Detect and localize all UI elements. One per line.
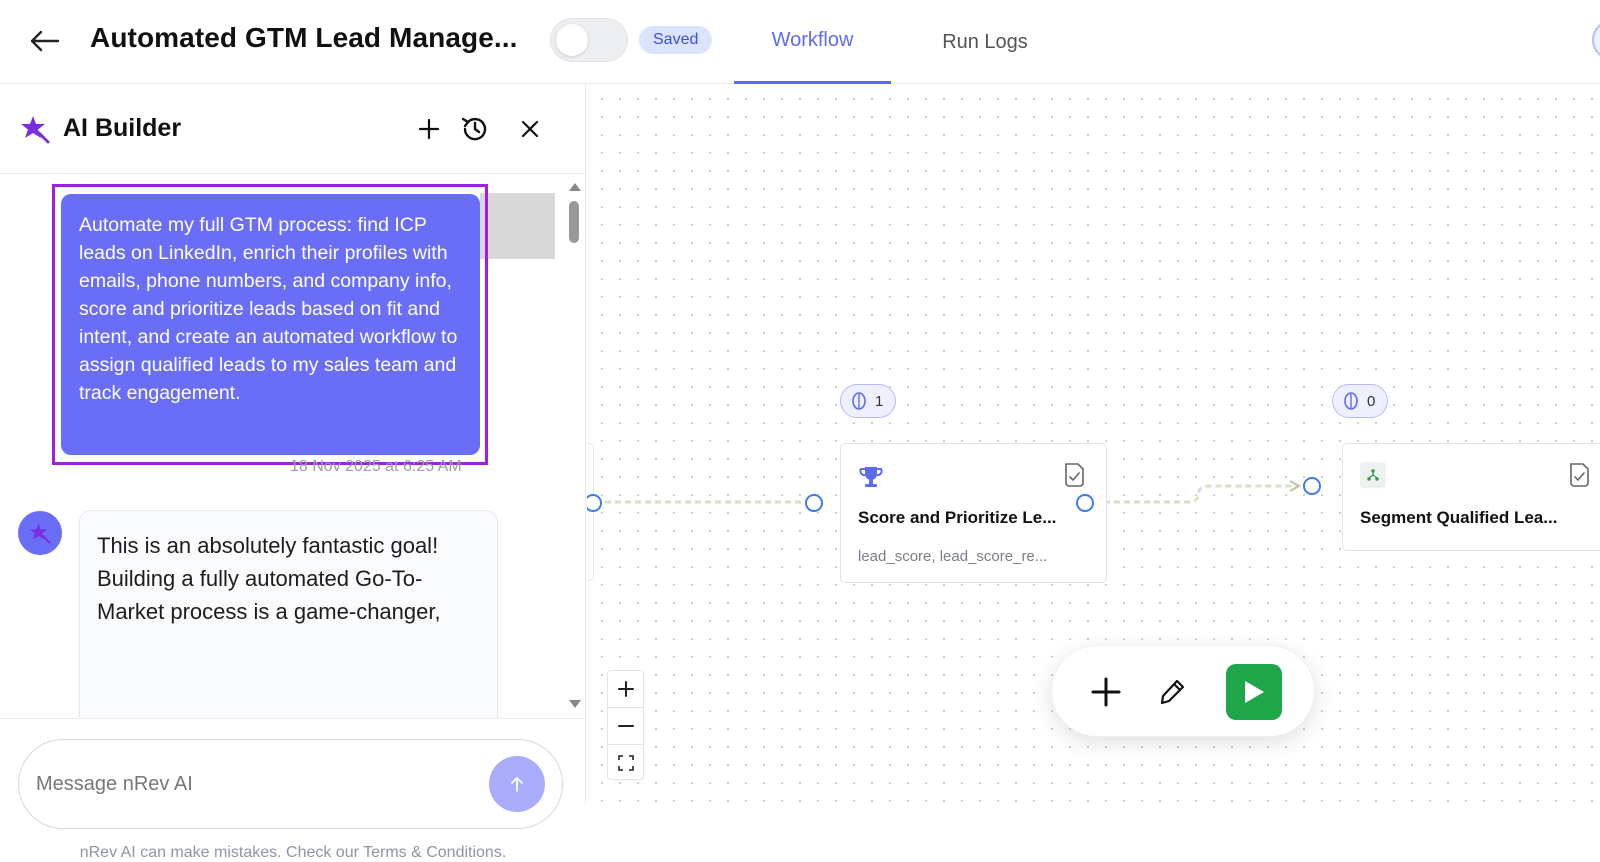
edge-score-to-segment [1094,484,1299,504]
toggle-knob [556,24,588,56]
trophy-icon [858,464,884,490]
message-composer: nRev AI can make mistakes. Check our Ter… [0,718,586,861]
workflow-node-segment[interactable]: Segment Qualified Lea... [1342,443,1600,551]
workflow-title[interactable]: Automated GTM Lead Manage... [90,22,518,54]
workflow-active-toggle[interactable] [550,18,628,62]
node-run-count-badge: 0 [1332,384,1389,418]
ai-builder-header: AI Builder [0,84,586,174]
document-check-icon[interactable] [1566,462,1592,488]
send-button[interactable] [489,756,545,812]
user-avatar[interactable] [1592,20,1600,60]
user-message-bubble: Automate my full GTM process: find ICP l… [61,194,480,455]
play-icon [1245,681,1264,703]
new-chat-plus-icon[interactable] [412,112,446,146]
scroll-up-arrow-icon[interactable] [569,183,581,191]
chat-history[interactable]: Automate my full GTM process: find ICP l… [0,175,586,718]
ai-disclaimer: nRev AI can make mistakes. Check our Ter… [79,844,507,861]
workflow-canvas[interactable]: 1 0 Score and Prioritize Le... lead_scor… [587,84,1600,803]
input-port[interactable] [805,494,823,512]
document-check-icon[interactable] [1061,462,1087,488]
node-run-count: 1 [875,392,884,410]
node-output-fields: lead_score, lead_score_re... [858,548,1048,565]
message-input-box[interactable] [18,739,563,829]
input-port[interactable] [1303,477,1321,495]
tab-workflow[interactable]: Workflow [734,0,891,84]
arrow-up-icon [511,777,523,792]
history-icon[interactable] [458,112,492,146]
edit-pen-icon[interactable] [1144,664,1200,720]
node-title: Segment Qualified Lea... [1360,508,1558,527]
canvas-toolbar [1051,645,1315,737]
workflow-node-previous[interactable] [587,443,594,581]
ai-magic-star-icon [20,114,50,144]
assistant-avatar [18,511,62,555]
chat-scrollbar[interactable] [566,175,582,718]
zoom-out-icon[interactable] [608,708,643,744]
zoom-controls [607,670,644,780]
zoom-in-icon[interactable] [608,671,643,707]
message-timestamp: 18 Nov 2025 at 6:25 AM [290,458,462,475]
top-bar: Automated GTM Lead Manage... Saved Workf… [0,0,1600,84]
add-node-plus-icon[interactable] [1078,664,1134,720]
ai-builder-title: AI Builder [63,114,182,142]
output-port[interactable] [1076,494,1094,512]
close-panel-icon[interactable] [513,112,547,146]
workflow-node-score[interactable]: Score and Prioritize Le... lead_score, l… [840,443,1107,583]
message-input[interactable] [36,762,476,806]
ai-magic-star-icon [29,523,51,544]
scrollbar-thumb[interactable] [569,201,579,243]
ai-builder-panel: AI Builder Automate my full GTM process:… [0,84,586,861]
back-arrow-icon[interactable] [28,24,62,58]
saved-status-badge: Saved [639,26,713,54]
redacted-block [480,193,555,259]
node-run-count-badge: 1 [840,384,897,418]
node-title: Score and Prioritize Le... [858,508,1057,527]
tab-run-logs[interactable]: Run Logs [900,0,1070,84]
run-workflow-button[interactable] [1226,664,1282,720]
node-run-count: 0 [1367,392,1376,410]
fit-view-icon[interactable] [608,745,643,781]
assistant-message-bubble: This is an absolutely fantastic goal! Bu… [79,510,498,718]
split-icon [1360,462,1386,488]
coins-icon [852,392,866,410]
coins-icon [1344,392,1358,410]
scroll-down-arrow-icon[interactable] [569,700,581,708]
